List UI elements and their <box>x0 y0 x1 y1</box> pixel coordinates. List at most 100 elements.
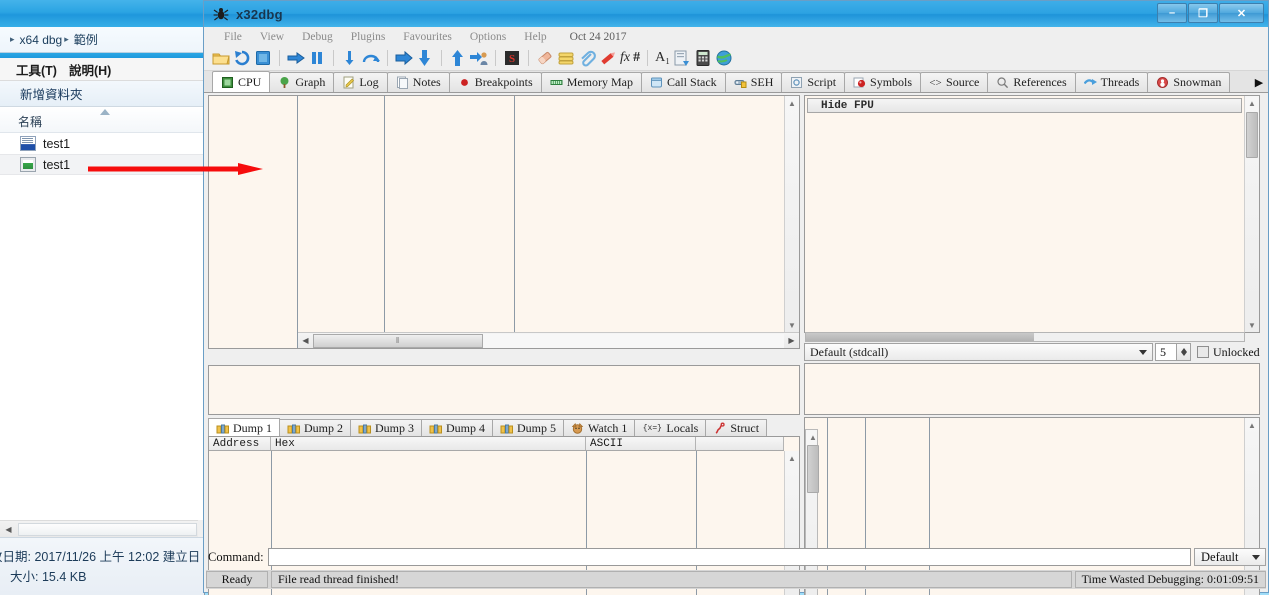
stack-panel[interactable]: ▲ ▼ ◀ ‖ ▶ <box>804 417 1260 595</box>
pencil-red-icon[interactable] <box>599 49 617 67</box>
new-folder-button[interactable]: 新增資料夾 <box>20 84 83 103</box>
column-separator[interactable] <box>865 418 866 595</box>
column-separator[interactable] <box>297 96 298 348</box>
tab-notes[interactable]: Notes <box>386 72 450 92</box>
tab-snowman[interactable]: Snowman <box>1147 72 1231 92</box>
scroll-right-icon[interactable]: ▶ <box>784 334 799 348</box>
info-box-panel[interactable] <box>208 365 800 415</box>
open-file-icon[interactable] <box>212 49 230 67</box>
step-over-icon[interactable] <box>362 49 380 67</box>
tab-references[interactable]: References <box>987 72 1076 92</box>
log-icon[interactable] <box>557 49 575 67</box>
execute-till-return-icon[interactable] <box>449 49 467 67</box>
step-down-icon[interactable] <box>416 49 434 67</box>
scroll-up-icon[interactable]: ▲ <box>806 430 820 444</box>
breadcrumb[interactable]: ▸ x64 dbg ▸ 範例 <box>0 27 204 53</box>
column-separator[interactable] <box>929 418 930 595</box>
run-to-user-code-icon[interactable] <box>470 49 488 67</box>
scroll-thumb[interactable]: ‖ <box>313 333 483 348</box>
registers-vertical-scrollbar[interactable]: ▲ ▼ <box>1244 96 1259 332</box>
tab-struct[interactable]: Struct <box>705 419 768 437</box>
paperclip-icon[interactable] <box>578 49 596 67</box>
menu-plugins[interactable]: Plugins <box>342 31 395 43</box>
scroll-left-icon[interactable]: ◀ <box>298 334 313 348</box>
tab-graph[interactable]: Graph <box>269 72 335 92</box>
patches-icon[interactable] <box>673 49 691 67</box>
tab-call-stack[interactable]: Call Stack <box>641 72 726 92</box>
stack-vertical-scrollbar[interactable]: ▲ ▼ <box>1244 418 1259 595</box>
tab-dump-1[interactable]: Dump 1 <box>208 418 280 437</box>
tab-locals[interactable]: {x=} Locals <box>634 419 707 437</box>
scylla-icon[interactable]: S <box>503 49 521 67</box>
unlocked-checkbox[interactable]: Unlocked <box>1197 345 1260 360</box>
argument-count-input[interactable]: 5 <box>1155 343 1177 361</box>
menu-favourites[interactable]: Favourites <box>394 31 461 43</box>
command-context-select[interactable]: Default <box>1194 548 1266 566</box>
tab-log[interactable]: Log <box>333 72 388 92</box>
scroll-track[interactable]: ‖ <box>313 333 784 348</box>
pause-icon[interactable] <box>308 49 326 67</box>
tab-scroll-right-icon[interactable]: ▶ <box>1252 74 1266 90</box>
tab-dump-4[interactable]: Dump 4 <box>421 419 493 437</box>
column-header-name[interactable]: 名稱 <box>18 113 42 130</box>
breadcrumb-root[interactable]: x64 dbg <box>20 33 63 47</box>
scroll-up-icon[interactable]: ▲ <box>1245 418 1259 432</box>
menu-tools[interactable]: 工具(T) <box>16 60 57 79</box>
scroll-down-icon[interactable]: ▼ <box>785 318 799 332</box>
registers-panel[interactable]: Hide FPU ▲ ▼ <box>804 95 1260 333</box>
globe-icon[interactable] <box>715 49 733 67</box>
tab-watch-1[interactable]: Watch 1 <box>563 419 636 437</box>
tab-script[interactable]: Script <box>781 72 846 92</box>
close-button[interactable]: ✕ <box>1219 3 1264 23</box>
column-separator[interactable] <box>827 418 828 595</box>
list-item[interactable]: test1 <box>0 133 204 154</box>
tab-memory-map[interactable]: Memory Map <box>540 72 643 92</box>
run-icon[interactable] <box>287 49 305 67</box>
step-out-arrow-icon[interactable] <box>395 49 413 67</box>
hash-icon[interactable]: # <box>633 50 640 66</box>
menu-debug[interactable]: Debug <box>293 31 342 43</box>
explorer-horizontal-scrollbar[interactable]: ◀ <box>0 520 198 537</box>
tab-dump-5[interactable]: Dump 5 <box>492 419 564 437</box>
disassembly-horizontal-scrollbar[interactable]: ◀ ‖ ▶ <box>298 332 799 348</box>
step-into-icon[interactable] <box>341 49 359 67</box>
fx-icon[interactable]: fx <box>620 50 630 66</box>
chevron-down-icon[interactable] <box>1139 350 1147 355</box>
menu-help[interactable]: 說明(H) <box>69 60 111 79</box>
disassembly-panel[interactable]: ▲ ▼ ◀ ‖ ▶ <box>208 95 800 349</box>
menu-help[interactable]: Help <box>515 31 555 43</box>
column-header-address[interactable]: Address <box>209 437 271 450</box>
eraser-icon[interactable] <box>536 49 554 67</box>
calculator-icon[interactable] <box>694 49 712 67</box>
scroll-up-icon[interactable]: ▲ <box>1245 96 1259 110</box>
minimize-button[interactable]: – <box>1157 3 1187 23</box>
scroll-thumb[interactable] <box>806 333 1034 341</box>
stop-icon[interactable] <box>254 49 272 67</box>
column-separator[interactable] <box>514 96 515 348</box>
tab-breakpoints[interactable]: Breakpoints <box>448 72 542 92</box>
column-header-hex[interactable]: Hex <box>271 437 586 450</box>
scroll-left-icon[interactable]: ◀ <box>0 522 17 537</box>
disassembly-vertical-scrollbar[interactable]: ▲ ▼ <box>784 96 799 332</box>
hide-fpu-button[interactable]: Hide FPU <box>807 98 1242 113</box>
argument-count-stepper[interactable] <box>1177 343 1191 361</box>
scroll-up-icon[interactable]: ▲ <box>785 96 799 110</box>
registers-horizontal-scrollbar[interactable] <box>805 332 1245 342</box>
scroll-track[interactable] <box>18 522 197 536</box>
tab-threads[interactable]: Threads <box>1074 72 1149 92</box>
chevron-down-icon[interactable] <box>1252 555 1260 560</box>
restart-icon[interactable] <box>233 49 251 67</box>
tab-dump-2[interactable]: Dump 2 <box>279 419 351 437</box>
scroll-thumb[interactable] <box>1246 112 1258 158</box>
menu-view[interactable]: View <box>251 31 293 43</box>
column-header-extra[interactable] <box>696 437 784 450</box>
scroll-down-icon[interactable]: ▼ <box>1245 318 1259 332</box>
breadcrumb-child[interactable]: 範例 <box>74 31 98 48</box>
font-icon[interactable]: A₁ <box>655 50 670 66</box>
tab-source[interactable]: <> Source <box>920 72 989 92</box>
tab-symbols[interactable]: Symbols <box>844 72 922 92</box>
tab-seh[interactable]: SEH <box>724 72 783 92</box>
tab-cpu[interactable]: CPU <box>212 71 271 92</box>
column-separator[interactable] <box>384 96 385 348</box>
command-input[interactable] <box>267 548 1191 566</box>
